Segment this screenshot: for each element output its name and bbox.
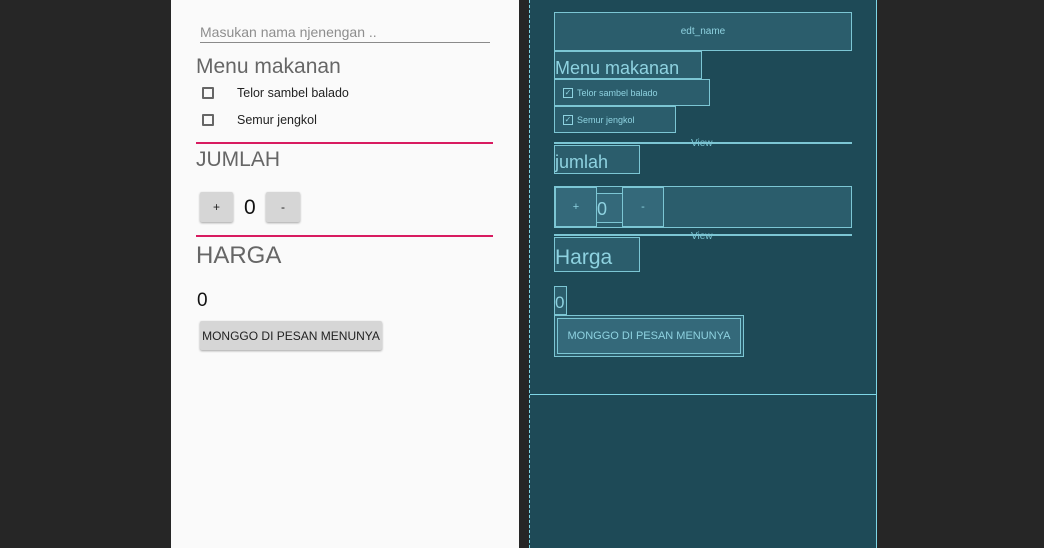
checkbox[interactable] [202, 114, 214, 126]
quantity-heading: JUMLAH [196, 148, 281, 171]
name-input[interactable] [200, 22, 490, 43]
order-button[interactable]: MONGGO DI PESAN MENUNYA [200, 321, 382, 350]
blueprint-option-row[interactable]: ✓ Semur jengkol [554, 106, 676, 133]
blueprint-option-label: Semur jengkol [577, 114, 635, 125]
increment-button[interactable]: + [200, 192, 233, 222]
blueprint-increment-button[interactable]: + [555, 187, 597, 227]
price-heading: HARGA [196, 242, 282, 269]
blueprint-view-label: View [691, 231, 713, 242]
blueprint-price-heading: Harga [554, 237, 640, 272]
quantity-value: 0 [244, 196, 256, 219]
decrement-button[interactable]: - [266, 192, 300, 222]
blueprint-option-row[interactable]: ✓ Telor sambel balado [554, 79, 710, 106]
blueprint-separator [530, 394, 876, 395]
blueprint-order-button-frame: MONGGO DI PESAN MENUNYA [554, 315, 744, 357]
option-checkbox-row[interactable]: Semur jengkol [202, 111, 317, 129]
divider [196, 235, 493, 237]
checkbox[interactable] [202, 87, 214, 99]
design-preview: Menu makanan Telor sambel balado Semur j… [171, 0, 519, 548]
blueprint-preview: edt_name Menu makanan ✓ Telor sambel bal… [529, 0, 877, 548]
blueprint-view-label: View [691, 138, 713, 149]
blueprint-menu-heading: Menu makanan [554, 51, 702, 79]
blueprint-price-value: 0 [554, 286, 567, 315]
divider [196, 142, 493, 144]
blueprint-edt-name[interactable]: edt_name [554, 12, 852, 51]
option-label: Semur jengkol [237, 113, 317, 127]
blueprint-checkbox-icon: ✓ [563, 114, 573, 125]
blueprint-decrement-button[interactable]: - [622, 187, 664, 227]
option-checkbox-row[interactable]: Telor sambel balado [202, 84, 349, 102]
menu-heading: Menu makanan [196, 55, 341, 78]
option-label: Telor sambel balado [237, 86, 349, 100]
blueprint-quantity-heading: jumlah [554, 145, 640, 174]
price-value: 0 [197, 290, 208, 311]
blueprint-checkbox-icon: ✓ [563, 87, 573, 98]
blueprint-option-label: Telor sambel balado [577, 87, 658, 98]
blueprint-quantity-value: 0 [596, 193, 623, 223]
blueprint-order-button[interactable]: MONGGO DI PESAN MENUNYA [557, 318, 741, 354]
blueprint-quantity-row: + 0 - [554, 186, 852, 228]
